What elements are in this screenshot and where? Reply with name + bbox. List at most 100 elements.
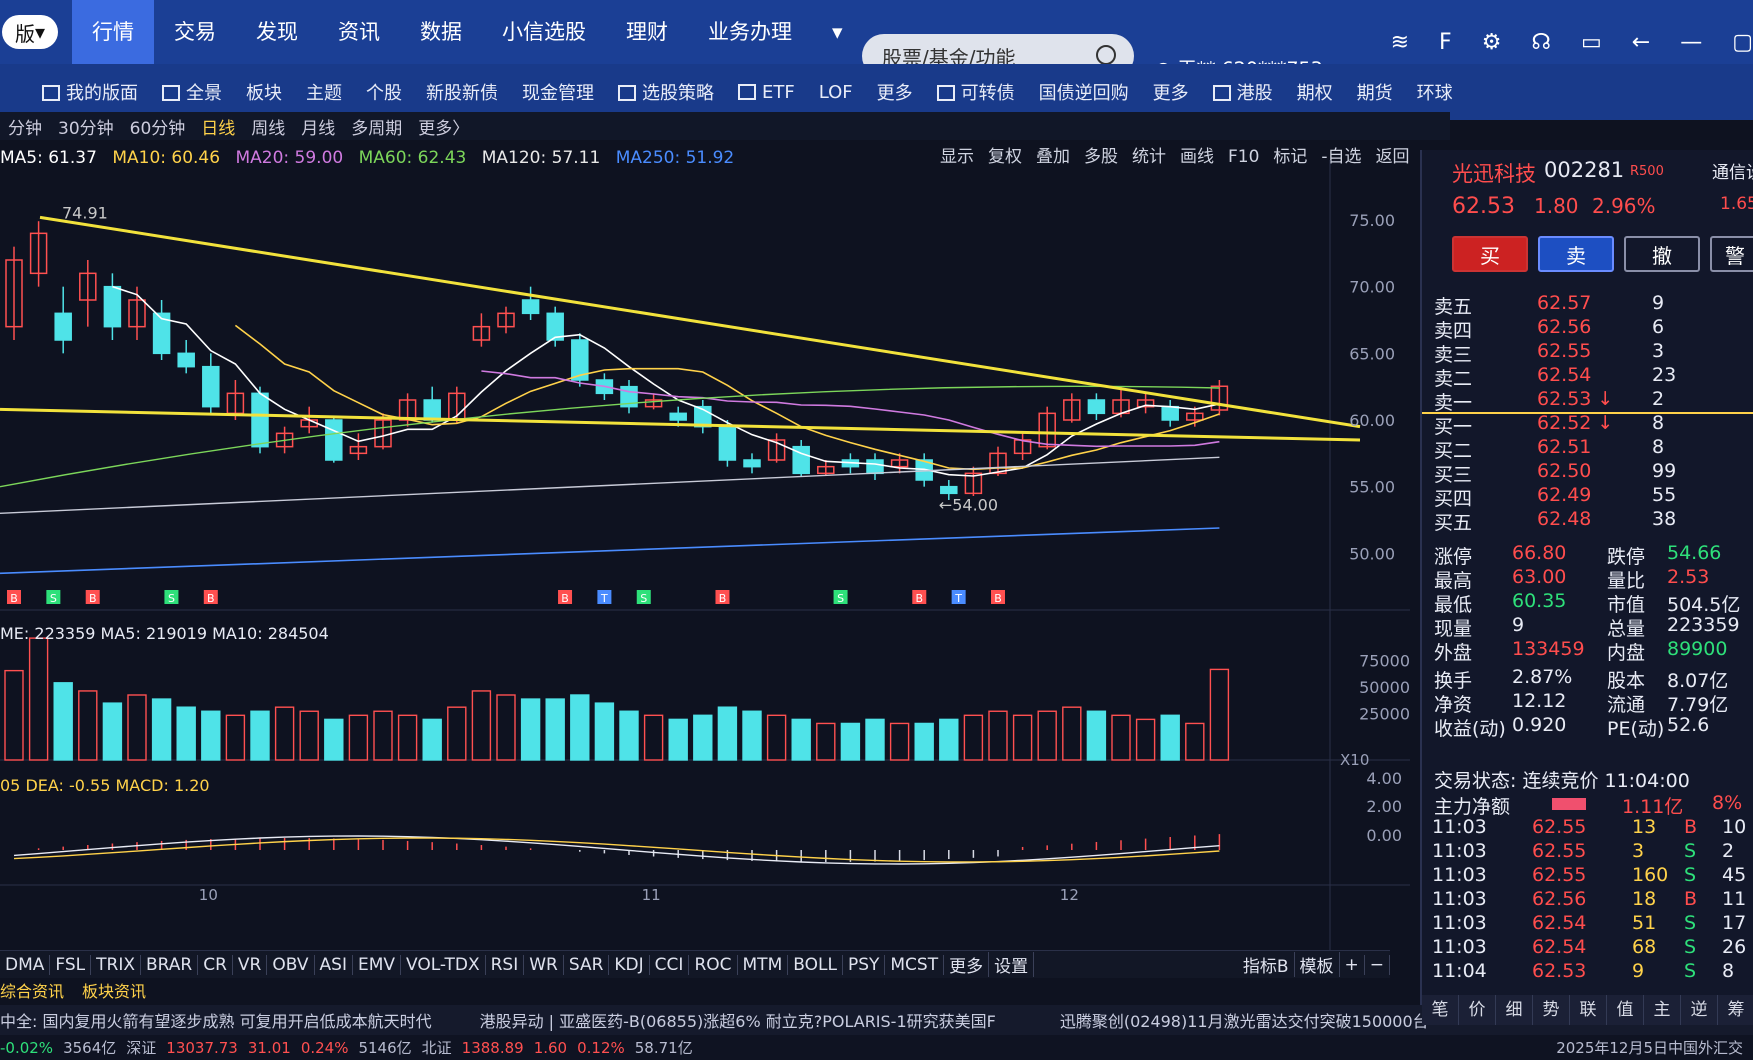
- indicator-tab-1[interactable]: FSL: [50, 954, 92, 975]
- toolbar-options[interactable]: 期权: [1285, 79, 1345, 105]
- period-weekly[interactable]: 周线: [243, 114, 293, 139]
- indicator-tab-19[interactable]: MCST: [885, 954, 945, 975]
- bid-level[interactable]: 买三 62.50 99: [1422, 460, 1753, 486]
- toolbar-more-1[interactable]: 更多: [865, 79, 925, 105]
- indicator-tab-16[interactable]: MTM: [738, 954, 789, 975]
- nav-stock-picker[interactable]: 小信选股: [482, 0, 606, 64]
- ask-level[interactable]: 卖四 62.56 6: [1422, 316, 1753, 342]
- ask-level[interactable]: 卖三 62.55 3: [1422, 340, 1753, 366]
- panel-tab-1[interactable]: 价: [1459, 995, 1496, 1025]
- period-multi[interactable]: 多周期: [343, 114, 410, 139]
- bid-level[interactable]: 买一 62.52 ↓ 8: [1422, 412, 1753, 438]
- f10-icon[interactable]: F: [1439, 30, 1452, 55]
- nav-news[interactable]: 资讯: [318, 0, 400, 64]
- nav-trade[interactable]: 交易: [154, 0, 236, 64]
- indicator-tab-5[interactable]: VR: [233, 954, 268, 975]
- panel-tab-6[interactable]: 主: [1644, 995, 1681, 1025]
- ask-level[interactable]: 卖一 62.53 ↓ 2: [1422, 388, 1753, 414]
- period-more[interactable]: 更多〉: [410, 114, 477, 139]
- period-60min[interactable]: 60分钟: [122, 114, 194, 139]
- indicator-tab-0[interactable]: DMA: [0, 954, 51, 975]
- toolbar-hk[interactable]: 港股: [1201, 79, 1285, 105]
- period-minute[interactable]: 分钟: [0, 114, 50, 139]
- tab-news[interactable]: 综合资讯: [0, 978, 64, 1002]
- toolbar-global[interactable]: 环球: [1405, 79, 1465, 105]
- indicator-tab-11[interactable]: WR: [524, 954, 564, 975]
- bid-level[interactable]: 买四 62.49 55: [1422, 484, 1753, 510]
- indicator-tab-18[interactable]: PSY: [843, 954, 886, 975]
- panel-tab-8[interactable]: 筹: [1718, 995, 1753, 1025]
- bid-level[interactable]: 买二 62.51 8: [1422, 436, 1753, 462]
- indicator-tab-15[interactable]: ROC: [689, 954, 738, 975]
- indicator-right-2[interactable]: +: [1340, 954, 1365, 975]
- toolbar-ipo[interactable]: 新股新债: [414, 79, 510, 105]
- indicator-right-0[interactable]: 指标B: [1238, 952, 1295, 977]
- settings-icon[interactable]: ⚙: [1482, 30, 1502, 55]
- nav-wealth[interactable]: 理财: [606, 0, 688, 64]
- message-icon[interactable]: ▭: [1581, 30, 1602, 55]
- period-monthly[interactable]: 月线: [293, 114, 343, 139]
- indicator-tab-10[interactable]: RSI: [486, 954, 525, 975]
- tab-sector-news[interactable]: 板块资讯: [82, 978, 146, 1002]
- indicator-tab-17[interactable]: BOLL: [788, 954, 843, 975]
- indicator-tab-3[interactable]: BRAR: [141, 954, 199, 975]
- indicator-tab-7[interactable]: ASI: [315, 954, 353, 975]
- toolbar-overview[interactable]: 全景: [150, 79, 234, 105]
- panel-tab-3[interactable]: 势: [1533, 995, 1570, 1025]
- nav-dropdown-icon[interactable]: ▾: [812, 0, 863, 64]
- indicator-right-1[interactable]: 模板: [1295, 952, 1340, 977]
- toolbar-convertible[interactable]: 可转债: [925, 79, 1027, 105]
- cancel-button[interactable]: 撤: [1624, 236, 1700, 272]
- panel-tab-0[interactable]: 笔: [1422, 995, 1459, 1025]
- indicator-tab-21[interactable]: 设置: [989, 952, 1035, 977]
- buy-button[interactable]: 买: [1452, 236, 1528, 272]
- indicator-tab-6[interactable]: OBV: [267, 954, 315, 975]
- toolbar-repo[interactable]: 国债逆回购: [1027, 79, 1141, 105]
- toolbar-strategy[interactable]: 选股策略: [606, 79, 726, 105]
- indicator-tab-9[interactable]: VOL-TDX: [401, 954, 486, 975]
- search-icon[interactable]: [1096, 45, 1116, 65]
- support-icon[interactable]: ☊: [1531, 30, 1551, 55]
- panel-tab-7[interactable]: 逆: [1681, 995, 1718, 1025]
- nav-market[interactable]: 行情: [72, 0, 154, 64]
- toolbar-cash[interactable]: 现金管理: [510, 79, 606, 105]
- toolbar-theme[interactable]: 主题: [294, 79, 354, 105]
- ask-level[interactable]: 卖二 62.54 23: [1422, 364, 1753, 390]
- nav-discover[interactable]: 发现: [236, 0, 318, 64]
- indicator-tab-20[interactable]: 更多: [944, 952, 990, 977]
- toolbar-lof[interactable]: LOF: [807, 82, 865, 103]
- kline-chart[interactable]: B S B S B B T S B S B T B 75.00 70.00 65.00 60.00 55.00 5…: [0, 160, 1420, 950]
- indicator-tab-2[interactable]: TRIX: [91, 954, 141, 975]
- candle-body: [251, 392, 269, 448]
- alert-button[interactable]: 警: [1710, 236, 1753, 272]
- back-icon[interactable]: ←: [1632, 30, 1650, 55]
- toolbar-stock[interactable]: 个股: [354, 79, 414, 105]
- ask-level[interactable]: 卖五 62.57 9: [1422, 292, 1753, 318]
- indicator-tab-14[interactable]: CCI: [650, 954, 690, 975]
- toolbar-etf[interactable]: ETF: [726, 82, 807, 103]
- toolbar-more-2[interactable]: 更多: [1141, 79, 1201, 105]
- panel-tab-4[interactable]: 联: [1570, 995, 1607, 1025]
- version-switch-button[interactable]: 版 ▾: [2, 15, 58, 49]
- maximize-icon[interactable]: ▢: [1732, 30, 1753, 55]
- toolbar-futures[interactable]: 期货: [1345, 79, 1405, 105]
- bid-level[interactable]: 买五 62.48 38: [1422, 508, 1753, 534]
- indicator-tab-4[interactable]: CR: [198, 954, 233, 975]
- layers-icon[interactable]: ≋: [1391, 30, 1409, 55]
- nav-business[interactable]: 业务办理: [688, 0, 812, 64]
- toolbar-sector[interactable]: 板块: [234, 79, 294, 105]
- indicator-tab-12[interactable]: SAR: [564, 954, 610, 975]
- period-30min[interactable]: 30分钟: [50, 114, 122, 139]
- indicator-right-3[interactable]: −: [1365, 954, 1390, 975]
- indicator-tab-13[interactable]: KDJ: [609, 954, 650, 975]
- toolbar-my-layout[interactable]: 我的版面: [30, 79, 150, 105]
- minimize-icon[interactable]: —: [1680, 30, 1702, 55]
- sell-button[interactable]: 卖: [1538, 236, 1614, 272]
- panel-tab-5[interactable]: 值: [1607, 995, 1644, 1025]
- period-daily[interactable]: 日线: [193, 114, 243, 139]
- indicator-tab-8[interactable]: EMV: [353, 954, 402, 975]
- nav-data[interactable]: 数据: [400, 0, 482, 64]
- stock-tag: R500: [1630, 164, 1664, 179]
- tick-time: 11:03: [1432, 840, 1487, 862]
- panel-tab-2[interactable]: 细: [1496, 995, 1533, 1025]
